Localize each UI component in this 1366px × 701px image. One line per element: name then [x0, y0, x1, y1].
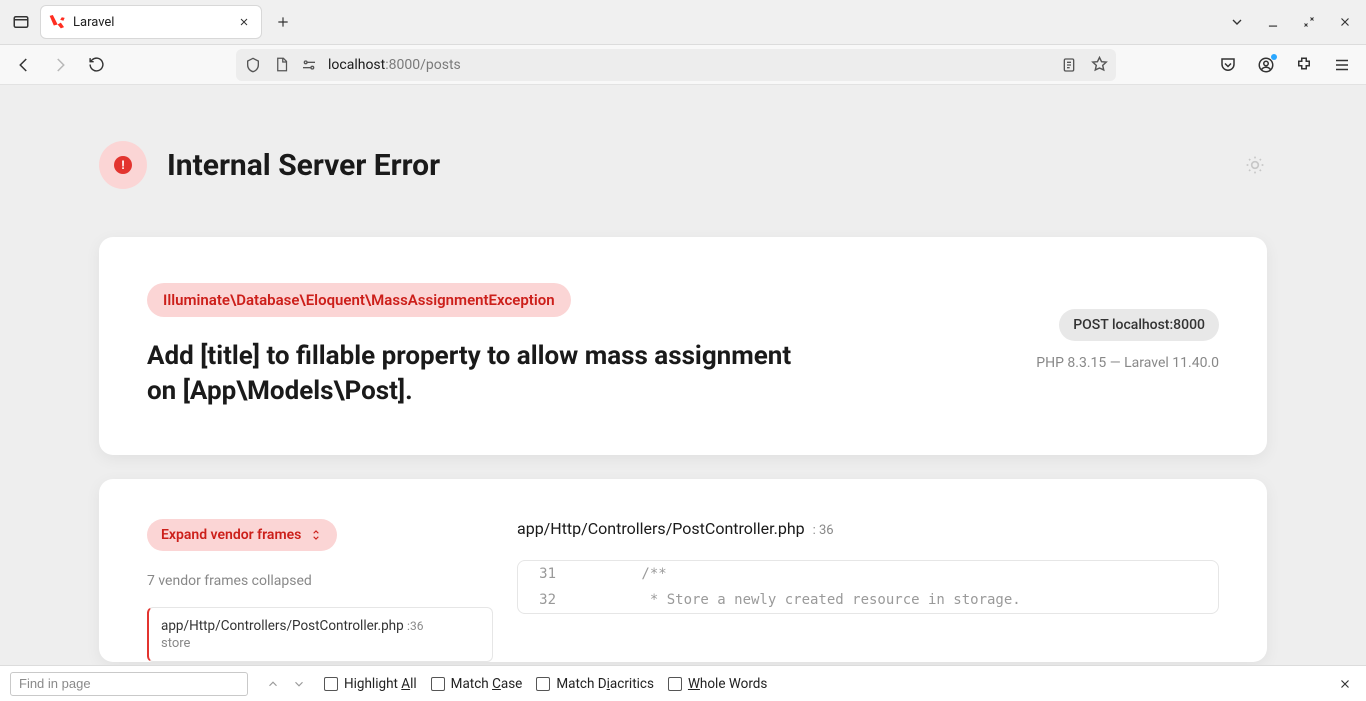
theme-toggle-button[interactable] — [1243, 153, 1267, 177]
stack-frame-item[interactable]: app/Http/Controllers/PostController.php … — [147, 607, 493, 662]
line-number: 32 — [518, 592, 574, 608]
exception-class-pill: Illuminate\Database\Eloquent\MassAssignm… — [147, 283, 571, 317]
reader-mode-icon[interactable] — [1060, 56, 1078, 74]
stack-trace-card: Expand vendor frames 7 vendor frames col… — [99, 479, 1267, 662]
url-text: localhost:8000/posts — [328, 57, 461, 73]
code-line: 31 /** — [518, 561, 1218, 587]
notification-dot-icon — [1271, 54, 1277, 60]
code-snippet: 31 /** 32 * Store a newly created resour… — [517, 560, 1219, 614]
window-controls — [1228, 13, 1360, 31]
extensions-icon[interactable] — [1294, 55, 1314, 75]
shield-icon[interactable] — [244, 56, 262, 74]
find-prev-button[interactable] — [262, 673, 284, 695]
find-close-button[interactable] — [1334, 673, 1356, 695]
tab-title: Laravel — [73, 15, 227, 30]
browser-tab-strip: Laravel — [0, 0, 1366, 45]
new-tab-button[interactable] — [268, 7, 298, 37]
account-icon[interactable] — [1256, 55, 1276, 75]
request-method-pill: POST localhost:8000 — [1059, 309, 1219, 341]
frame-line: :36 — [407, 619, 423, 633]
frame-path: app/Http/Controllers/PostController.php — [161, 618, 404, 634]
match-diacritics-checkbox[interactable]: Match Diacritics — [536, 676, 654, 692]
checkbox-icon — [668, 677, 682, 691]
laravel-favicon-icon — [49, 14, 65, 30]
url-bar[interactable]: localhost:8000/posts — [236, 49, 1116, 81]
toolbar-right — [1218, 55, 1356, 75]
line-source: * Store a newly created resource in stor… — [574, 592, 1218, 608]
bookmark-star-icon[interactable] — [1090, 56, 1108, 74]
frame-function: store — [161, 636, 480, 651]
find-in-page-bar: Highlight All Match Case Match Diacritic… — [0, 665, 1366, 701]
find-input[interactable] — [10, 672, 248, 696]
code-line: 32 * Store a newly created resource in s… — [518, 587, 1218, 613]
error-message: Add [title] to fillable property to allo… — [147, 339, 807, 409]
forward-button[interactable] — [46, 51, 74, 79]
browser-tab[interactable]: Laravel — [40, 5, 262, 39]
error-header: ! Internal Server Error — [99, 141, 1267, 189]
app-menu-icon[interactable] — [1332, 55, 1352, 75]
collapsed-frames-note: 7 vendor frames collapsed — [147, 573, 493, 589]
expand-vendor-frames-button[interactable]: Expand vendor frames — [147, 519, 337, 551]
checkbox-icon — [536, 677, 550, 691]
error-badge: ! — [99, 141, 147, 189]
chevron-up-down-icon — [309, 528, 323, 542]
tabs-dropdown-icon[interactable] — [1228, 13, 1246, 31]
exception-card: Illuminate\Database\Eloquent\MassAssignm… — [99, 237, 1267, 455]
page-viewport: ! Internal Server Error Illuminate\Datab… — [0, 85, 1366, 665]
code-file-line: : 36 — [813, 523, 834, 538]
highlight-all-checkbox[interactable]: Highlight All — [324, 676, 417, 692]
back-button[interactable] — [10, 51, 38, 79]
code-file-path: app/Http/Controllers/PostController.php — [517, 519, 805, 538]
reload-button[interactable] — [82, 51, 110, 79]
window-close-icon[interactable] — [1336, 13, 1354, 31]
expand-vendor-frames-label: Expand vendor frames — [161, 527, 301, 543]
checkbox-icon — [324, 677, 338, 691]
line-source: /** — [574, 566, 1218, 582]
permissions-icon[interactable] — [300, 56, 318, 74]
page-info-icon[interactable] — [272, 56, 290, 74]
tab-close-icon[interactable] — [235, 13, 253, 31]
version-info: PHP 8.3.15 — Laravel 11.40.0 — [999, 355, 1219, 371]
match-case-checkbox[interactable]: Match Case — [431, 676, 523, 692]
code-file-heading: app/Http/Controllers/PostController.php … — [517, 519, 1219, 538]
whole-words-checkbox[interactable]: Whole Words — [668, 676, 767, 692]
page-title: Internal Server Error — [167, 148, 440, 183]
line-number: 31 — [518, 566, 574, 582]
sidebar-toggle-icon[interactable] — [6, 7, 36, 37]
checkbox-icon — [431, 677, 445, 691]
browser-toolbar: localhost:8000/posts — [0, 45, 1366, 85]
window-minimize-icon[interactable] — [1264, 13, 1282, 31]
find-next-button[interactable] — [288, 673, 310, 695]
pocket-icon[interactable] — [1218, 55, 1238, 75]
window-restore-icon[interactable] — [1300, 13, 1318, 31]
alert-icon: ! — [114, 156, 132, 174]
